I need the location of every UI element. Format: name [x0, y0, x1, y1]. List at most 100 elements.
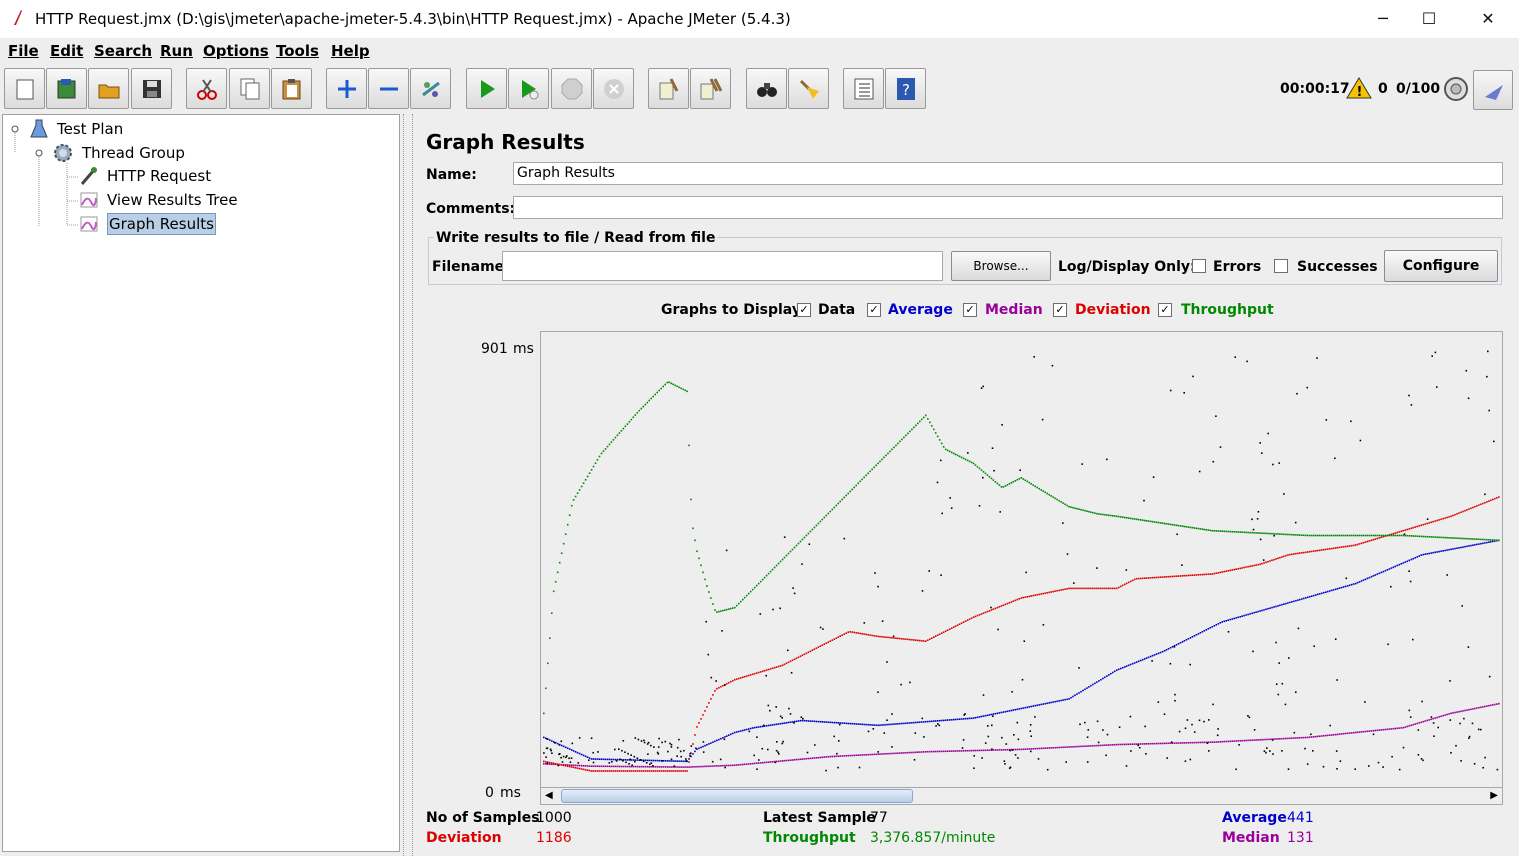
warning-icon[interactable]: ! — [1346, 76, 1372, 100]
series-point — [568, 765, 571, 768]
search-icon[interactable] — [746, 68, 787, 109]
data-checkbox[interactable]: ✓ — [797, 303, 811, 317]
series-point — [849, 631, 851, 633]
series-point — [624, 765, 627, 768]
graph-horizontal-scrollbar[interactable]: ◀ ▶ — [540, 787, 1503, 805]
close-button[interactable]: ✕ — [1465, 4, 1511, 34]
series-point — [688, 444, 690, 447]
clear-icon[interactable] — [648, 68, 689, 109]
data-point — [615, 760, 618, 762]
series-point — [1418, 555, 1420, 557]
series-point — [1114, 743, 1116, 746]
menu-search[interactable]: Search — [94, 42, 152, 60]
series-point — [702, 745, 704, 748]
series-point — [809, 530, 812, 533]
minimize-button[interactable]: ─ — [1360, 4, 1406, 34]
open-icon[interactable] — [88, 68, 129, 109]
menu-tools[interactable]: Tools — [276, 42, 319, 60]
menu-help[interactable]: Help — [331, 42, 370, 60]
data-point — [999, 511, 1001, 513]
comments-input[interactable] — [513, 196, 1503, 219]
series-point — [1438, 536, 1440, 539]
collapse-icon[interactable] — [368, 68, 409, 109]
toggle-icon[interactable] — [410, 68, 451, 109]
templates-icon[interactable] — [46, 68, 87, 109]
successes-checkbox[interactable] — [1274, 259, 1288, 273]
average-checkbox[interactable]: ✓ — [867, 303, 881, 317]
series-point — [1084, 745, 1086, 747]
start-no-pause-icon[interactable] — [508, 68, 549, 109]
split-pane-divider[interactable] — [403, 114, 413, 856]
save-icon[interactable] — [131, 68, 172, 109]
paste-icon[interactable] — [271, 68, 312, 109]
help-icon[interactable]: ? — [885, 68, 926, 109]
series-point — [734, 731, 736, 734]
series-point — [829, 640, 832, 642]
series-point — [1157, 742, 1160, 745]
new-icon[interactable] — [4, 68, 45, 109]
data-point — [923, 736, 925, 738]
series-point — [1253, 564, 1255, 567]
series-point — [1448, 516, 1450, 518]
clear-all-icon[interactable] — [690, 68, 731, 109]
data-point — [1163, 713, 1166, 715]
series-point — [863, 754, 865, 756]
menu-edit[interactable]: Edit — [50, 42, 83, 60]
series-point — [1378, 537, 1381, 539]
series-point — [1412, 723, 1414, 726]
browse-button[interactable]: Browse... — [951, 251, 1051, 281]
series-point — [1450, 712, 1452, 715]
series-point — [899, 637, 901, 640]
series-point — [897, 442, 899, 445]
expand-icon[interactable] — [326, 68, 367, 109]
errors-checkbox[interactable] — [1192, 259, 1206, 273]
menu-run[interactable]: Run — [160, 42, 193, 60]
series-point — [905, 638, 907, 640]
series-point — [1127, 664, 1130, 667]
series-point — [1249, 531, 1251, 534]
deviation-checkbox[interactable]: ✓ — [1053, 303, 1067, 317]
copy-icon[interactable] — [229, 68, 270, 109]
series-point — [899, 440, 901, 443]
stop-icon[interactable] — [551, 68, 592, 109]
menu-file[interactable]: File — [8, 42, 39, 60]
configure-button[interactable]: Configure — [1384, 250, 1498, 282]
data-point — [1417, 754, 1420, 756]
cut-icon[interactable] — [186, 68, 227, 109]
series-point — [1322, 548, 1325, 551]
series-point — [1032, 484, 1034, 486]
start-icon[interactable] — [466, 68, 507, 109]
shutdown-icon[interactable] — [593, 68, 634, 109]
series-point — [586, 475, 589, 478]
series-point — [1203, 528, 1206, 531]
name-input[interactable]: Graph Results — [513, 162, 1503, 185]
scroll-thumb[interactable] — [561, 789, 913, 803]
series-point — [1440, 550, 1442, 552]
series-point — [1030, 483, 1032, 485]
series-point — [1147, 577, 1150, 579]
filename-input[interactable] — [502, 251, 943, 281]
scroll-right-icon[interactable]: ▶ — [1490, 790, 1498, 801]
series-point — [1110, 514, 1112, 517]
series-point — [962, 718, 965, 720]
reset-search-icon[interactable] — [788, 68, 829, 109]
median-checkbox[interactable]: ✓ — [963, 303, 977, 317]
data-point — [695, 747, 697, 750]
log-viewer-icon[interactable] — [1473, 70, 1513, 110]
series-point — [857, 632, 859, 634]
data-point — [1078, 667, 1080, 669]
throughput-checkbox[interactable]: ✓ — [1158, 303, 1172, 317]
series-point — [803, 536, 806, 539]
series-point — [1482, 542, 1484, 545]
series-point — [891, 448, 893, 451]
series-point — [940, 719, 943, 722]
menu-options[interactable]: Options — [203, 42, 269, 60]
maximize-button[interactable]: ☐ — [1406, 4, 1452, 34]
results-graph — [540, 331, 1503, 788]
function-helper-icon[interactable] — [843, 68, 884, 109]
series-point — [1418, 722, 1420, 724]
series-point — [1046, 702, 1048, 705]
series-point — [907, 432, 909, 435]
series-point — [594, 462, 597, 464]
scroll-left-icon[interactable]: ◀ — [545, 790, 553, 801]
